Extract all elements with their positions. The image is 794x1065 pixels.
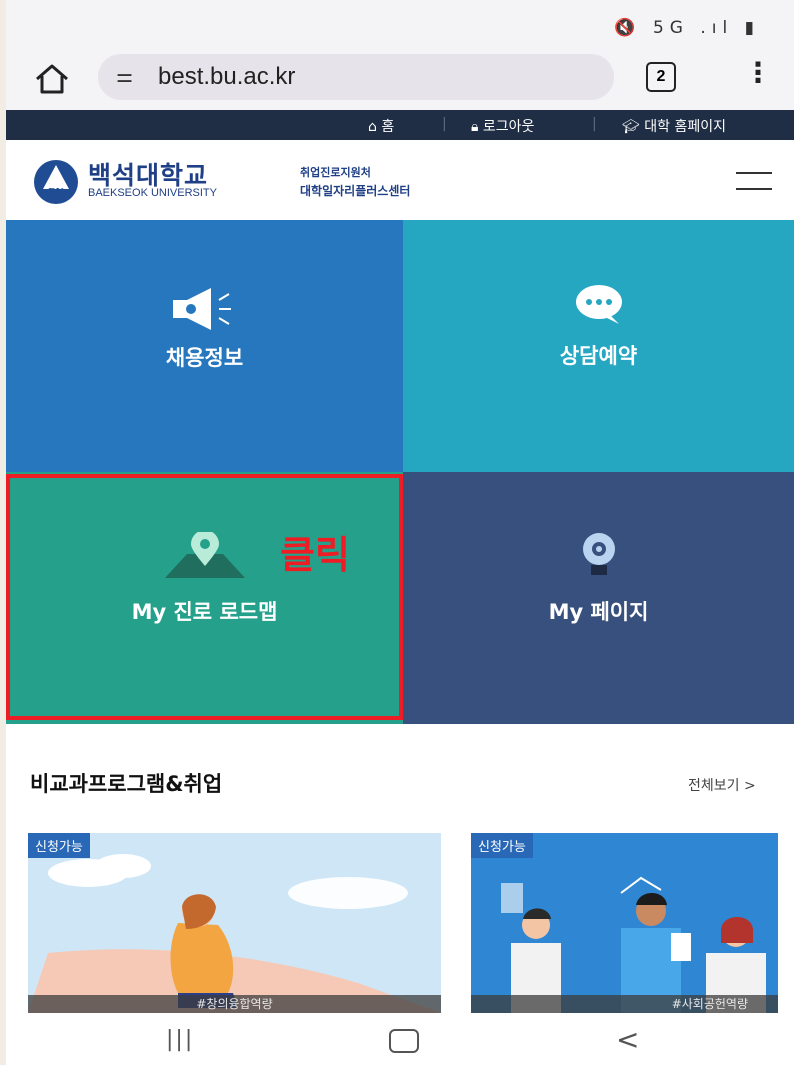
nav-divider: | (592, 116, 597, 132)
tile-job-info[interactable]: 채용정보 (6, 220, 403, 472)
browser-menu-icon[interactable]: ⋮ (744, 56, 772, 89)
tile-my-page[interactable]: My 페이지 (403, 472, 794, 724)
program-card[interactable]: 신청가능 #창의융합역량 (28, 833, 441, 1013)
program-card[interactable]: 신청가능 #사회공헌역량 (471, 833, 778, 1013)
card-illustration-creative (28, 854, 441, 1013)
top-nav: ⌂ 홈 | 🔒︎ 로그아웃 | 🎓︎ 대학 홈페이지 (6, 110, 794, 140)
university-emblem-icon[interactable]: BU (34, 160, 78, 204)
status-badge: 신청가능 (28, 833, 90, 858)
lightbulb-gear-icon (582, 533, 615, 575)
system-nav-bar: ||| < (6, 1013, 794, 1065)
chat-bubble-icon (575, 285, 622, 324)
view-all-link[interactable]: 전체보기 > (688, 775, 756, 795)
nav-home-label: 홈 (381, 119, 395, 135)
back-icon[interactable]: < (616, 1023, 639, 1056)
house-icon: ⌂ (368, 119, 377, 135)
recent-apps-icon[interactable]: ||| (166, 1027, 194, 1052)
tile-counsel-reservation[interactable]: 상담예약 (403, 220, 794, 472)
nav-univ-home-label: 대학 홈페이지 (644, 119, 726, 135)
tile-counsel-label: 상담예약 (559, 344, 638, 368)
url-bar[interactable]: ⚌ best.bu.ac.kr (98, 54, 614, 100)
site-header: BU 백석대학교 BAEKSEOK UNIVERSITY 취업진로지원처 대학일… (6, 140, 794, 220)
center-name-line1: 취업진로지원처 (300, 166, 371, 179)
card-caption: #사회공헌역량 (471, 995, 778, 1013)
megaphone-icon (172, 288, 231, 330)
phone-screen: 🔇 5G .ıl ▮ ⚌ best.bu.ac.kr 2 ⋮ ⌂ 홈 | 🔒︎ … (6, 0, 794, 1065)
nav-logout-link[interactable]: 🔒︎ 로그아웃 (471, 116, 534, 136)
nav-logout-label: 로그아웃 (482, 119, 535, 135)
status-bar: 🔇 5G .ıl ▮ (6, 0, 794, 48)
lock-icon: 🔒︎ (471, 119, 479, 135)
status-icons: 🔇 5G .ıl ▮ (614, 18, 760, 38)
click-annotation: 클릭 (280, 533, 350, 577)
url-text[interactable]: best.bu.ac.kr (158, 63, 295, 91)
click-highlight-box (6, 474, 403, 720)
center-name-line2: 대학일자리플러스센터 (300, 184, 411, 198)
tile-job-info-label: 채용정보 (165, 346, 244, 370)
tab-count-button[interactable]: 2 (646, 62, 676, 92)
section-title: 비교과프로그램&취업 (30, 772, 223, 796)
card-illustration-social (501, 876, 766, 1013)
browser-toolbar: ⚌ best.bu.ac.kr 2 ⋮ (6, 48, 794, 110)
site-settings-icon[interactable]: ⚌ (116, 65, 133, 87)
hamburger-menu-icon[interactable] (736, 172, 772, 190)
home-icon[interactable] (34, 62, 70, 96)
card-caption: #창의융합역량 (28, 995, 441, 1013)
logo-english[interactable]: BAEKSEOK UNIVERSITY (88, 187, 217, 199)
status-badge: 신청가능 (471, 833, 533, 858)
system-home-icon[interactable] (389, 1029, 419, 1053)
nav-univ-home-link[interactable]: 🎓︎ 대학 홈페이지 (622, 116, 726, 136)
emblem-text: BU (48, 186, 64, 198)
tile-my-page-label: My 페이지 (548, 600, 649, 624)
nav-home-link[interactable]: ⌂ 홈 (368, 116, 394, 136)
graduation-cap-icon: 🎓︎ (622, 119, 640, 135)
nav-divider: | (442, 116, 447, 132)
